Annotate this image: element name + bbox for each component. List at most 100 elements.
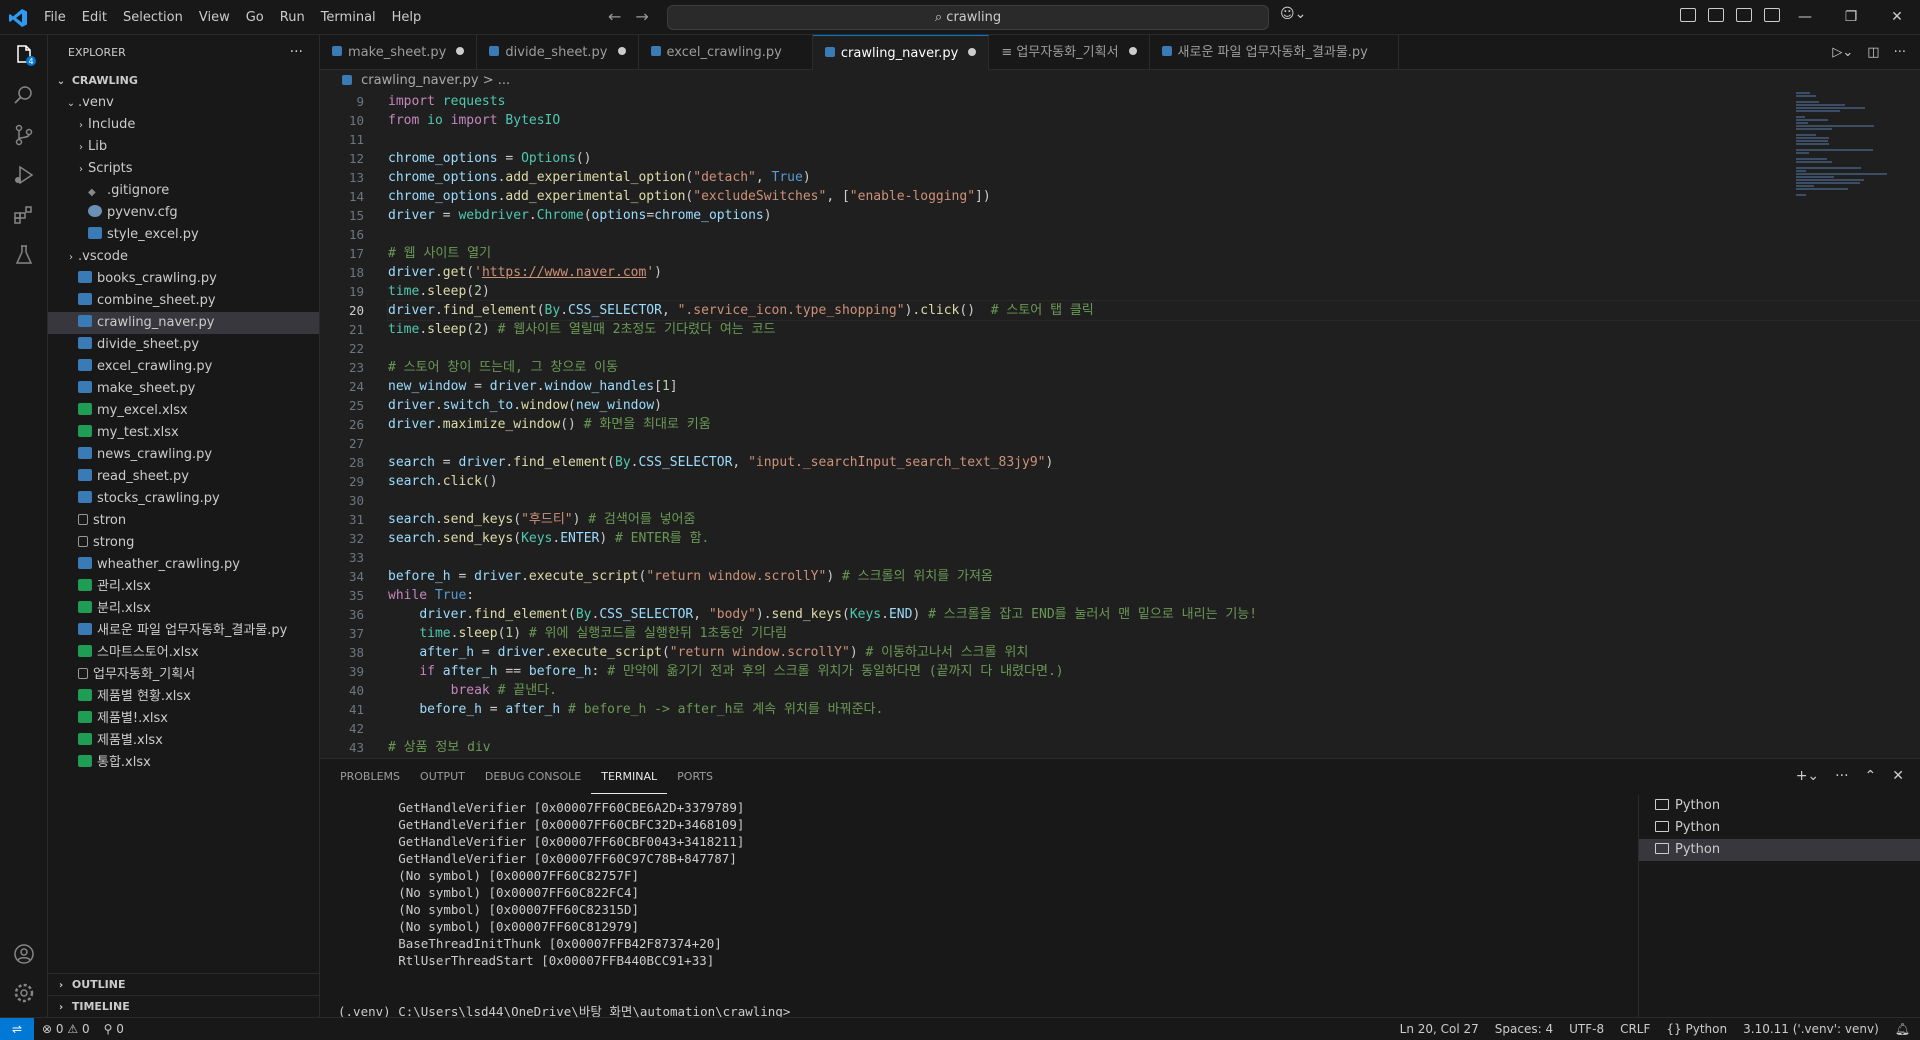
tree-file[interactable]: stocks_crawling.py <box>48 488 319 510</box>
menu-help[interactable]: Help <box>384 0 430 35</box>
terminal-output[interactable]: GetHandleVerifier [0x00007FF60CBE6A2D+33… <box>338 799 1718 1020</box>
toggle-panel-icon[interactable] <box>1736 8 1752 22</box>
code-line[interactable]: before_h = after_h # before_h -> after_h… <box>388 700 1920 719</box>
unsaved-dot-icon[interactable] <box>617 47 626 55</box>
back-arrow-icon[interactable]: ← <box>608 7 621 26</box>
tree-file[interactable]: style_excel.py <box>48 224 319 246</box>
menu-file[interactable]: File <box>36 0 74 35</box>
editor-tab[interactable]: crawling_naver.py <box>812 35 990 70</box>
menu-terminal[interactable]: Terminal <box>313 0 384 35</box>
code-line[interactable]: break # 끝낸다. <box>388 681 1920 700</box>
toggle-sidebar-icon[interactable] <box>1708 8 1724 22</box>
code-line[interactable]: search.send_keys("후드티") # 검색어를 넣어줌 <box>388 510 1920 529</box>
terminal-instance[interactable]: Python <box>1639 839 1920 861</box>
explorer-icon[interactable]: 4 <box>12 43 36 67</box>
source-control-icon[interactable] <box>12 123 36 147</box>
restore-icon[interactable]: ❐ <box>1828 0 1874 35</box>
editor-tab[interactable]: make_sheet.py <box>320 35 478 70</box>
code-line[interactable]: before_h = driver.execute_script("return… <box>388 567 1920 586</box>
customize-layout-icon[interactable] <box>1680 8 1696 22</box>
tree-file[interactable]: ◆ .gitignore <box>48 180 319 202</box>
code-line[interactable] <box>388 225 1920 244</box>
code-line[interactable]: new_window = driver.window_handles[1] <box>388 377 1920 396</box>
toggle-secondary-sidebar-icon[interactable] <box>1764 8 1780 22</box>
tree-file[interactable]: excel_crawling.py <box>48 356 319 378</box>
code-line[interactable]: time.sleep(2) # 웹사이트 열릴때 2초정도 기다렸다 여는 코드 <box>388 320 1920 339</box>
search-icon[interactable] <box>12 83 36 107</box>
ports-status[interactable]: ⚲ 0 <box>104 1018 124 1040</box>
extensions-icon[interactable] <box>12 203 36 227</box>
editor-tab[interactable]: divide_sheet.py <box>477 35 639 70</box>
code-line[interactable]: driver.find_element(By.CSS_SELECTOR, ".s… <box>387 300 1920 321</box>
tree-file[interactable]: 제품별 현황.xlsx <box>48 686 319 708</box>
breadcrumb-rest[interactable]: > ... <box>483 73 510 88</box>
tree-file[interactable]: strong <box>48 532 319 554</box>
problems-status[interactable]: ⊗ 0 ⚠ 0 <box>42 1018 90 1040</box>
tree-file[interactable]: 제품별.xlsx <box>48 730 319 752</box>
split-editor-icon[interactable]: ◫ <box>1867 35 1879 70</box>
indentation[interactable]: Spaces: 4 <box>1495 1018 1553 1040</box>
code-line[interactable]: time.sleep(1) # 위에 실행코드를 실행한뒤 1초동안 기다림 <box>388 624 1920 643</box>
code-line[interactable] <box>388 339 1920 358</box>
workspace-root[interactable]: ⌄ CRAWLING <box>48 70 319 92</box>
terminal-instance[interactable]: Python <box>1639 795 1920 817</box>
tree-file[interactable]: 통합.xlsx <box>48 752 319 774</box>
code-line[interactable]: search = driver.find_element(By.CSS_SELE… <box>388 453 1920 472</box>
code-line[interactable]: while True: <box>388 586 1920 605</box>
account-icon[interactable] <box>12 942 36 966</box>
notifications-bell-icon[interactable]: 🔔︎ <box>1895 1018 1910 1040</box>
tree-folder[interactable]: › Scripts <box>48 158 319 180</box>
code-line[interactable]: search.send_keys(Keys.ENTER) # ENTER를 함. <box>388 529 1920 548</box>
copilot-icon[interactable]: ☺⌄ <box>1280 6 1306 22</box>
code-line[interactable]: # 스토어 창이 뜨는데, 그 창으로 이동 <box>388 358 1920 377</box>
tree-file[interactable]: pyvenv.cfg <box>48 202 319 224</box>
code-line[interactable]: chrome_options.add_experimental_option("… <box>388 187 1920 206</box>
code-line[interactable]: driver.get('https://www.naver.com') <box>388 263 1920 282</box>
panel-tab-problems[interactable]: PROBLEMS <box>330 759 410 794</box>
tree-file[interactable]: my_excel.xlsx <box>48 400 319 422</box>
timeline-section[interactable]: › TIMELINE <box>48 995 320 1017</box>
tree-file[interactable]: make_sheet.py <box>48 378 319 400</box>
menu-view[interactable]: View <box>191 0 238 35</box>
more-actions-icon[interactable]: ··· <box>1835 759 1848 794</box>
code-line[interactable] <box>388 491 1920 510</box>
tree-file[interactable]: 분리.xlsx <box>48 598 319 620</box>
unsaved-dot-icon[interactable] <box>1128 47 1137 55</box>
tree-file[interactable]: 새로운 파일 업무자동화_결과물.py <box>48 620 319 642</box>
more-actions-icon[interactable]: ··· <box>290 35 303 70</box>
panel-tab-terminal[interactable]: TERMINAL <box>591 759 668 794</box>
outline-section[interactable]: › OUTLINE <box>48 973 320 995</box>
code-line[interactable]: driver.find_element(By.CSS_SELECTOR, "bo… <box>388 605 1920 624</box>
menu-selection[interactable]: Selection <box>115 0 191 35</box>
menu-run[interactable]: Run <box>272 0 313 35</box>
encoding[interactable]: UTF-8 <box>1569 1018 1604 1040</box>
run-python-icon[interactable]: ▷⌄ <box>1832 35 1853 70</box>
python-interpreter[interactable]: 3.10.11 ('.venv': venv) <box>1743 1018 1879 1040</box>
tree-folder[interactable]: › Include <box>48 114 319 136</box>
tree-file[interactable]: read_sheet.py <box>48 466 319 488</box>
language-mode[interactable]: {} Python <box>1666 1018 1727 1040</box>
editor-tab[interactable]: excel_crawling.py <box>639 35 813 70</box>
close-panel-icon[interactable]: ✕ <box>1892 759 1904 794</box>
breadcrumb-file[interactable]: crawling_naver.py <box>361 73 478 88</box>
code-line[interactable]: import requests <box>388 92 1920 111</box>
minimize-icon[interactable]: — <box>1782 0 1828 35</box>
panel-tab-ports[interactable]: PORTS <box>667 759 723 794</box>
forward-arrow-icon[interactable]: → <box>635 7 648 26</box>
new-terminal-icon[interactable]: +⌄ <box>1796 759 1819 794</box>
tree-folder[interactable]: ⌄ .venv <box>48 92 319 114</box>
unsaved-dot-icon[interactable] <box>456 47 465 55</box>
tree-file[interactable]: crawling_naver.py <box>48 312 319 334</box>
tree-file[interactable]: news_crawling.py <box>48 444 319 466</box>
testing-icon[interactable] <box>12 243 36 267</box>
tree-file[interactable]: stron <box>48 510 319 532</box>
remote-icon[interactable]: ⇌ <box>0 1018 34 1040</box>
panel-tab-debug-console[interactable]: DEBUG CONSOLE <box>475 759 591 794</box>
code-line[interactable]: # 상품 정보 div <box>388 738 1920 757</box>
minimap[interactable] <box>1796 92 1906 252</box>
code-editor[interactable]: 9 10 11 12 13 14 15 16 17 18 19 20 21 22 23 24 25 26 27 28 2… <box>320 92 1920 758</box>
unsaved-dot-icon[interactable] <box>968 48 977 56</box>
close-icon[interactable]: ✕ <box>1874 0 1920 35</box>
end-of-line[interactable]: CRLF <box>1620 1018 1650 1040</box>
code-line[interactable]: # 웹 사이트 열기 <box>388 244 1920 263</box>
